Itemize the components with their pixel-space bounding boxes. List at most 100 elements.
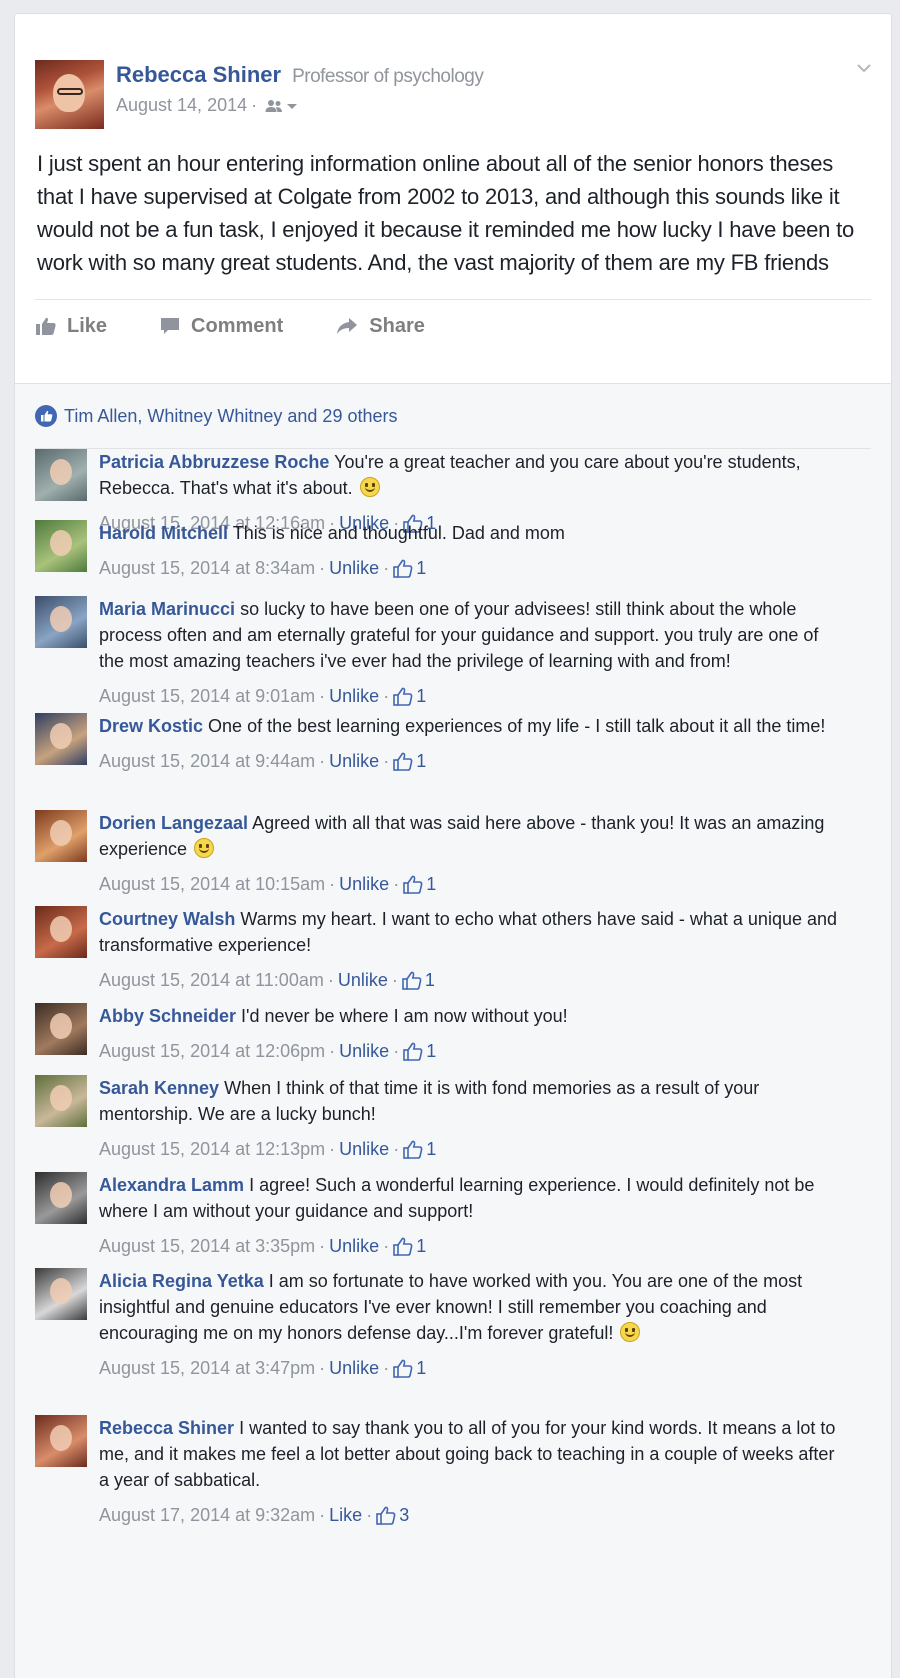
commenter-name[interactable]: Sarah Kenney (99, 1078, 219, 1098)
comment-like-count[interactable]: 1 (426, 1038, 436, 1064)
author-title: Professor of psychology (292, 66, 484, 87)
comment-content: Patricia Abbruzzese Roche You're a great… (99, 449, 839, 501)
comment-text: I'd never be where I am now without you! (241, 1006, 568, 1026)
meta-separator: · (366, 1505, 373, 1525)
comment-content: Maria Marinucci so lucky to have been on… (99, 596, 839, 674)
comment-like-count[interactable]: 1 (416, 748, 426, 774)
thumbs-up-outline-icon[interactable] (403, 875, 423, 894)
meta-separator: · (383, 1236, 390, 1256)
thumbs-up-outline-icon[interactable] (376, 1506, 396, 1525)
comment-like-count[interactable]: 1 (426, 871, 436, 897)
thumbs-up-outline-icon[interactable] (403, 1042, 423, 1061)
comment-button[interactable]: Comment (159, 315, 283, 338)
comment-timestamp[interactable]: August 15, 2014 at 9:44am (99, 748, 315, 774)
commenter-name[interactable]: Drew Kostic (99, 716, 203, 736)
thumbs-up-outline-icon[interactable] (393, 1359, 413, 1378)
comment-content: Drew Kostic One of the best learning exp… (99, 713, 839, 739)
comment-like-toggle[interactable]: Unlike (329, 1233, 379, 1259)
like-button[interactable]: Like (35, 315, 107, 338)
meta-separator: · (251, 95, 258, 115)
commenter-name[interactable]: Patricia Abbruzzese Roche (99, 452, 329, 472)
comment-like-count[interactable]: 3 (399, 1502, 409, 1528)
comment-like-count[interactable]: 1 (416, 683, 426, 709)
comment-meta: August 15, 2014 at 9:44am · Unlike · 1 (99, 748, 839, 774)
commenter-avatar[interactable] (35, 1172, 87, 1224)
comment-like-toggle[interactable]: Unlike (339, 1136, 389, 1162)
comment-like-count[interactable]: 1 (416, 1355, 426, 1381)
commenter-name[interactable]: Harold Mitchell (99, 523, 228, 543)
comment-like-toggle[interactable]: Unlike (329, 683, 379, 709)
thumbs-up-outline-icon[interactable] (402, 971, 422, 990)
commenter-avatar[interactable] (35, 1003, 87, 1055)
audience-chevron-icon[interactable] (285, 101, 299, 111)
comment-content: Abby Schneider I'd never be where I am n… (99, 1003, 839, 1029)
thumbs-up-outline-icon[interactable] (403, 1140, 423, 1159)
meta-separator: · (319, 686, 326, 706)
comment-like-count[interactable]: 1 (416, 555, 426, 581)
commenter-avatar[interactable] (35, 906, 87, 958)
comment-like-toggle[interactable]: Unlike (339, 1038, 389, 1064)
commenter-avatar[interactable] (35, 520, 87, 572)
author-avatar[interactable] (35, 60, 104, 129)
commenter-name[interactable]: Alexandra Lamm (99, 1175, 244, 1195)
comment-text: One of the best learning experiences of … (208, 716, 826, 736)
post-date[interactable]: August 14, 2014 (116, 95, 247, 116)
comment-timestamp[interactable]: August 15, 2014 at 9:01am (99, 683, 315, 709)
comment-timestamp[interactable]: August 15, 2014 at 11:00am (99, 967, 324, 993)
commenter-name[interactable]: Maria Marinucci (99, 599, 235, 619)
meta-separator: · (383, 558, 390, 578)
comment-content: Courtney Walsh Warms my heart. I want to… (99, 906, 839, 958)
comment-like-count[interactable]: 1 (416, 1233, 426, 1259)
commenter-avatar[interactable] (35, 1268, 87, 1320)
comment-like-toggle[interactable]: Unlike (329, 1355, 379, 1381)
commenter-avatar[interactable] (35, 810, 87, 862)
comment-like-count[interactable]: 1 (425, 967, 435, 993)
comment-body: Courtney Walsh Warms my heart. I want to… (99, 906, 839, 993)
comment-like-toggle[interactable]: Unlike (338, 967, 388, 993)
post-body: I just spent an hour entering informatio… (37, 151, 855, 275)
comment-like-toggle[interactable]: Unlike (339, 871, 389, 897)
thumbs-up-outline-icon[interactable] (393, 687, 413, 706)
comment-timestamp[interactable]: August 15, 2014 at 12:13pm (99, 1136, 325, 1162)
commenter-avatar[interactable] (35, 1075, 87, 1127)
comment-like-count[interactable]: 1 (426, 1136, 436, 1162)
chevron-down-icon[interactable] (857, 61, 871, 75)
smiley-emoji-icon (359, 477, 380, 497)
commenter-name[interactable]: Alicia Regina Yetka (99, 1271, 264, 1291)
post-card: Rebecca Shiner Professor of psychology A… (14, 13, 892, 1678)
comment-meta: August 15, 2014 at 12:06pm · Unlike · 1 (99, 1038, 839, 1064)
comment-like-toggle[interactable]: Unlike (329, 555, 379, 581)
commenter-avatar[interactable] (35, 713, 87, 765)
thumbs-up-icon (36, 317, 56, 335)
share-button[interactable]: Share (335, 315, 425, 338)
likes-summary-row[interactable]: Tim Allen, Whitney Whitney and 29 others (35, 384, 871, 449)
comment-timestamp[interactable]: August 17, 2014 at 9:32am (99, 1502, 315, 1528)
comment-meta: August 15, 2014 at 9:01am · Unlike · 1 (99, 683, 839, 709)
meta-separator: · (319, 751, 326, 771)
commenter-avatar[interactable] (35, 1415, 87, 1467)
comment-timestamp[interactable]: August 15, 2014 at 10:15am (99, 871, 325, 897)
commenter-avatar[interactable] (35, 449, 87, 501)
comment-like-toggle[interactable]: Unlike (329, 748, 379, 774)
comment-timestamp[interactable]: August 15, 2014 at 8:34am (99, 555, 315, 581)
comment-text: This is nice and thoughtful. Dad and mom (232, 523, 565, 543)
thumbs-up-outline-icon[interactable] (393, 752, 413, 771)
comment-like-toggle[interactable]: Like (329, 1502, 362, 1528)
commenter-name[interactable]: Dorien Langezaal (99, 813, 248, 833)
commenter-name[interactable]: Rebecca Shiner (99, 1418, 234, 1438)
comment-timestamp[interactable]: August 15, 2014 at 3:35pm (99, 1233, 315, 1259)
thumbs-up-outline-icon[interactable] (393, 1237, 413, 1256)
comment-body: Abby Schneider I'd never be where I am n… (99, 1003, 839, 1064)
thumbs-up-outline-icon[interactable] (393, 559, 413, 578)
comment-row: Alexandra Lamm I agree! Such a wonderful… (35, 1172, 871, 1259)
smiley-emoji-icon (194, 838, 215, 858)
commenter-avatar[interactable] (35, 596, 87, 648)
comment-timestamp[interactable]: August 15, 2014 at 3:47pm (99, 1355, 315, 1381)
commenter-name[interactable]: Courtney Walsh (99, 909, 235, 929)
friends-icon[interactable] (265, 99, 299, 113)
meta-separator: · (393, 874, 400, 894)
likes-summary-text[interactable]: Tim Allen, Whitney Whitney and 29 others (64, 406, 397, 427)
author-name[interactable]: Rebecca Shiner (116, 62, 281, 88)
commenter-name[interactable]: Abby Schneider (99, 1006, 236, 1026)
comment-timestamp[interactable]: August 15, 2014 at 12:06pm (99, 1038, 325, 1064)
